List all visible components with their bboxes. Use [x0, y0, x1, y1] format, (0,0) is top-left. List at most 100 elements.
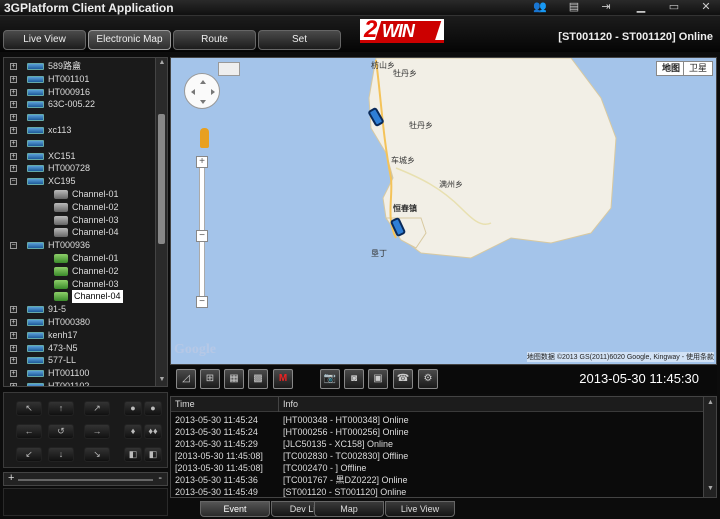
log-row[interactable]: [2013-05-30 11:45:08] [TC002830 - TC00283…: [171, 450, 704, 462]
tree-device-item[interactable]: + HT000728: [4, 162, 154, 175]
snapshot-icon[interactable]: 📷: [320, 369, 340, 389]
talk-icon[interactable]: ☎: [393, 369, 413, 389]
scroll-down-icon[interactable]: ▼: [706, 485, 715, 495]
map-pan-control[interactable]: [184, 73, 220, 109]
expand-icon[interactable]: +: [10, 75, 17, 83]
expand-icon[interactable]: +: [10, 88, 17, 96]
layout-4-icon[interactable]: ⊞: [200, 369, 220, 389]
expand-icon[interactable]: +: [10, 114, 17, 122]
nav-set-button[interactable]: Set: [258, 30, 341, 50]
tree-device-item[interactable]: + XC151: [4, 150, 154, 163]
maximize-icon[interactable]: ▭: [666, 1, 682, 14]
expand-icon[interactable]: +: [10, 357, 17, 365]
expand-icon[interactable]: +: [10, 127, 17, 134]
ptz-iris-open-button[interactable]: ●: [124, 401, 142, 416]
zoom-plus-icon[interactable]: -: [158, 472, 162, 484]
tree-channel-item[interactable]: Channel-04: [4, 226, 154, 239]
log-col-time[interactable]: Time: [175, 399, 195, 409]
layout-m-icon[interactable]: M: [273, 369, 293, 389]
tree-device-item[interactable]: +577-LL: [4, 354, 154, 367]
layout-9-icon[interactable]: ▦: [224, 369, 244, 389]
nav-electronic-map-button[interactable]: Electronic Map: [88, 30, 171, 50]
expand-icon[interactable]: +: [10, 101, 17, 109]
ptz-focus-near-button[interactable]: ♦: [124, 424, 142, 439]
ptz-left-button[interactable]: ←: [16, 424, 42, 439]
exit-icon[interactable]: ⇥: [598, 1, 614, 14]
tree-device-item[interactable]: + HT001100: [4, 367, 154, 380]
ptz-up-left-button[interactable]: ↖: [16, 401, 42, 416]
tree-device-item[interactable]: + HT000380: [4, 316, 154, 329]
tab-map[interactable]: Map: [314, 501, 384, 517]
tree-device-item[interactable]: +: [4, 137, 154, 150]
ptz-auto-button[interactable]: ↺: [48, 424, 74, 439]
tree-device-item[interactable]: + HT000916: [4, 86, 154, 99]
tree-channel-item[interactable]: Channel-01: [4, 188, 154, 201]
expand-icon[interactable]: +: [10, 63, 17, 70]
map-copyright[interactable]: 地图数据 ©2013 GS(2011)6020 Google, Kingway …: [526, 352, 714, 362]
scroll-down-icon[interactable]: ▼: [158, 376, 166, 385]
ptz-down-right-button[interactable]: ↘: [84, 447, 110, 462]
log-col-info[interactable]: Info: [283, 399, 298, 409]
tree-device-item[interactable]: + xc113: [4, 124, 154, 137]
tree-scrollbar[interactable]: ▲ ▼: [155, 58, 167, 386]
layout-1-icon[interactable]: ◿: [176, 369, 196, 389]
collapse-icon[interactable]: −: [10, 178, 17, 186]
nav-route-button[interactable]: Route: [173, 30, 256, 50]
log-row[interactable]: [2013-05-30 11:45:08] [TC002470 - ] Offli…: [171, 462, 704, 474]
ptz-light-button[interactable]: ◧: [144, 447, 162, 462]
ptz-up-button[interactable]: ↑: [48, 401, 74, 416]
settings-icon[interactable]: ⚙: [418, 369, 438, 389]
ptz-right-button[interactable]: →: [84, 424, 110, 439]
tree-channel-item[interactable]: Channel-02: [4, 201, 154, 214]
tree-channel-item[interactable]: Channel-01: [4, 252, 154, 265]
tree-channel-item[interactable]: Channel-04: [4, 290, 154, 304]
scroll-up-icon[interactable]: ▲: [706, 399, 715, 409]
tree-device-item[interactable]: + kenh17: [4, 329, 154, 342]
expand-icon[interactable]: +: [10, 344, 17, 352]
expand-icon[interactable]: +: [10, 331, 17, 339]
ptz-wiper-button[interactable]: ◧: [124, 447, 142, 462]
zoom-minus-icon[interactable]: +: [8, 472, 14, 484]
layout-16-icon[interactable]: ▩: [248, 369, 268, 389]
log-row[interactable]: 2013-05-30 11:45:49 [ST001120 - ST001120]…: [171, 486, 704, 497]
ptz-up-right-button[interactable]: ↗: [84, 401, 110, 416]
tree-device-item[interactable]: + HT001101: [4, 73, 154, 86]
ptz-iris-close-button[interactable]: ●: [144, 401, 162, 416]
tree-device-item[interactable]: + HT001102: [4, 380, 154, 386]
expand-icon[interactable]: +: [10, 370, 17, 378]
expand-icon[interactable]: +: [10, 319, 17, 326]
tab-event[interactable]: Event: [200, 501, 270, 517]
minimize-icon[interactable]: ▁: [633, 1, 649, 14]
tree-channel-item[interactable]: Channel-03: [4, 278, 154, 291]
map-type-map-button[interactable]: 地图: [656, 61, 687, 76]
nav-live-view-button[interactable]: Live View: [3, 30, 86, 50]
street-view-pegman-icon[interactable]: [200, 128, 209, 148]
tree-channel-item[interactable]: Channel-02: [4, 265, 154, 278]
close-icon[interactable]: ✕: [698, 1, 714, 14]
record-icon[interactable]: ▣: [368, 369, 388, 389]
expand-icon[interactable]: +: [10, 139, 17, 147]
collapse-icon[interactable]: −: [10, 242, 17, 250]
log-row[interactable]: 2013-05-30 11:45:36 [TC001767 - 黒DZ0222] …: [171, 474, 704, 486]
map-overview-toggle[interactable]: [218, 62, 240, 76]
zoom-slider-track[interactable]: [18, 479, 153, 481]
map-zoom-out-button[interactable]: −: [196, 296, 208, 308]
tree-device-item[interactable]: +589路盦: [4, 60, 154, 73]
ptz-down-button[interactable]: ↓: [48, 447, 74, 462]
tree-device-item[interactable]: +63C-005.22: [4, 98, 154, 111]
panel-icon[interactable]: ▤: [566, 1, 582, 14]
expand-icon[interactable]: +: [10, 165, 17, 173]
user-icon[interactable]: 👥: [532, 1, 548, 14]
tree-device-item[interactable]: +91-5: [4, 303, 154, 316]
log-scrollbar[interactable]: ▲ ▼: [703, 397, 716, 497]
electronic-map[interactable]: + − − 地图 卫星 枋山乡 牡丹乡 牡丹乡 车城乡 满州乡 恒春镇 垦丁 G…: [170, 57, 717, 365]
expand-icon[interactable]: +: [10, 383, 17, 386]
map-zoom-in-button[interactable]: +: [196, 156, 208, 168]
tree-device-item[interactable]: +: [4, 111, 154, 124]
tree-device-item[interactable]: − HT000936: [4, 239, 154, 252]
tab-live-view[interactable]: Live View: [385, 501, 455, 517]
capture-icon[interactable]: ◙: [344, 369, 364, 389]
log-row[interactable]: 2013-05-30 11:45:24 [HT000348 - HT000348]…: [171, 414, 704, 426]
scroll-up-icon[interactable]: ▲: [158, 59, 166, 68]
tree-channel-item[interactable]: Channel-03: [4, 214, 154, 227]
